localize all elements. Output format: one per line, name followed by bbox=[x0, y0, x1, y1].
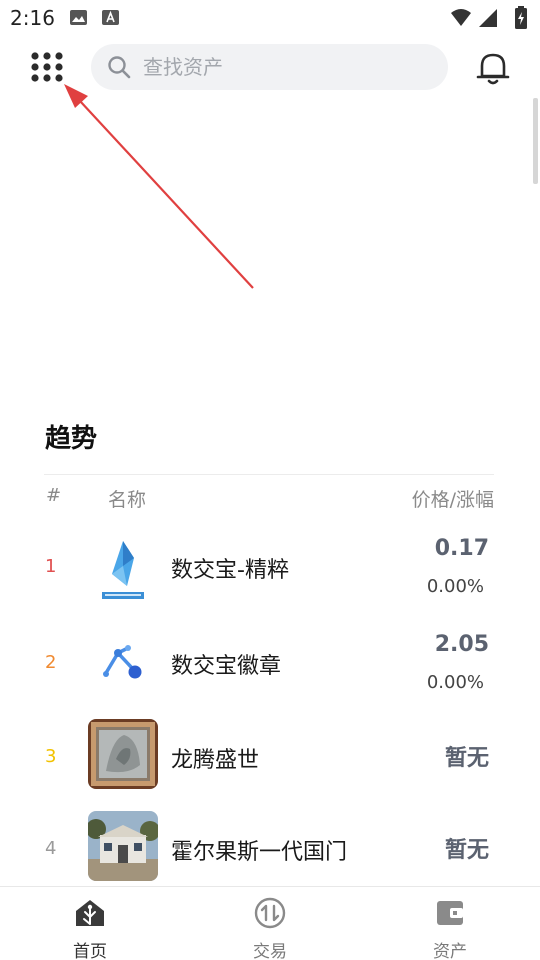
nav-label: 资产 bbox=[433, 942, 467, 960]
nav-item-home[interactable]: 首页 bbox=[0, 887, 180, 960]
header bbox=[0, 36, 540, 100]
battery-icon bbox=[515, 6, 527, 29]
wallet-icon bbox=[437, 901, 463, 925]
nav-label: 交易 bbox=[253, 942, 287, 960]
gate-photo-image bbox=[88, 811, 158, 881]
dragon-artwork-image bbox=[88, 719, 158, 789]
divider bbox=[44, 474, 494, 475]
exchange-icon bbox=[254, 897, 286, 929]
bell-icon[interactable] bbox=[476, 50, 510, 86]
font-icon bbox=[102, 10, 119, 25]
signal-icon bbox=[479, 9, 497, 27]
asset-name: 数交宝-精粹 bbox=[171, 558, 289, 583]
search-bar[interactable] bbox=[91, 44, 448, 90]
column-header-name: 名称 bbox=[108, 489, 147, 511]
nav-item-assets[interactable]: 资产 bbox=[360, 887, 540, 960]
home-icon bbox=[76, 900, 104, 926]
image-icon bbox=[70, 10, 87, 25]
nav-item-trade[interactable]: 交易 bbox=[180, 887, 360, 960]
crystal-icon bbox=[88, 536, 158, 606]
asset-row[interactable]: 1 数交宝-精粹 0.17 0.00% bbox=[0, 528, 540, 620]
asset-change: 0.00% bbox=[426, 576, 484, 597]
scrollbar[interactable] bbox=[533, 98, 538, 184]
bottom-nav: 首页 交易 资产 bbox=[0, 886, 540, 960]
status-time: 2:16 bbox=[10, 6, 55, 30]
asset-change: 0.00% bbox=[426, 672, 484, 693]
badge-icon bbox=[88, 628, 158, 698]
asset-price: 2.05 bbox=[434, 632, 489, 657]
asset-name: 霍尔果斯一代国门 bbox=[171, 840, 348, 865]
asset-price: 暂无 bbox=[444, 746, 489, 771]
asset-name: 数交宝徽章 bbox=[171, 654, 282, 679]
nav-label: 首页 bbox=[73, 942, 107, 960]
status-bar: 2:16 bbox=[0, 0, 540, 36]
rank-number: 3 bbox=[45, 746, 57, 767]
column-header-rank: # bbox=[46, 485, 62, 506]
rank-number: 1 bbox=[45, 556, 57, 577]
wifi-icon bbox=[451, 9, 471, 26]
rank-number: 2 bbox=[45, 652, 57, 673]
asset-row[interactable]: 3 龙腾盛世 暂无 bbox=[0, 716, 540, 808]
rank-number: 4 bbox=[45, 838, 57, 859]
section-title-trend: 趋势 bbox=[45, 424, 98, 454]
column-header-price: 价格/涨幅 bbox=[411, 489, 494, 511]
asset-price: 暂无 bbox=[444, 838, 489, 863]
grid-icon[interactable] bbox=[30, 50, 64, 84]
asset-price: 0.17 bbox=[434, 536, 489, 561]
asset-row[interactable]: 2 数交宝徽章 2.05 0.00% bbox=[0, 624, 540, 716]
search-input[interactable] bbox=[143, 44, 433, 90]
asset-name: 龙腾盛世 bbox=[171, 748, 260, 773]
search-icon bbox=[108, 56, 131, 79]
